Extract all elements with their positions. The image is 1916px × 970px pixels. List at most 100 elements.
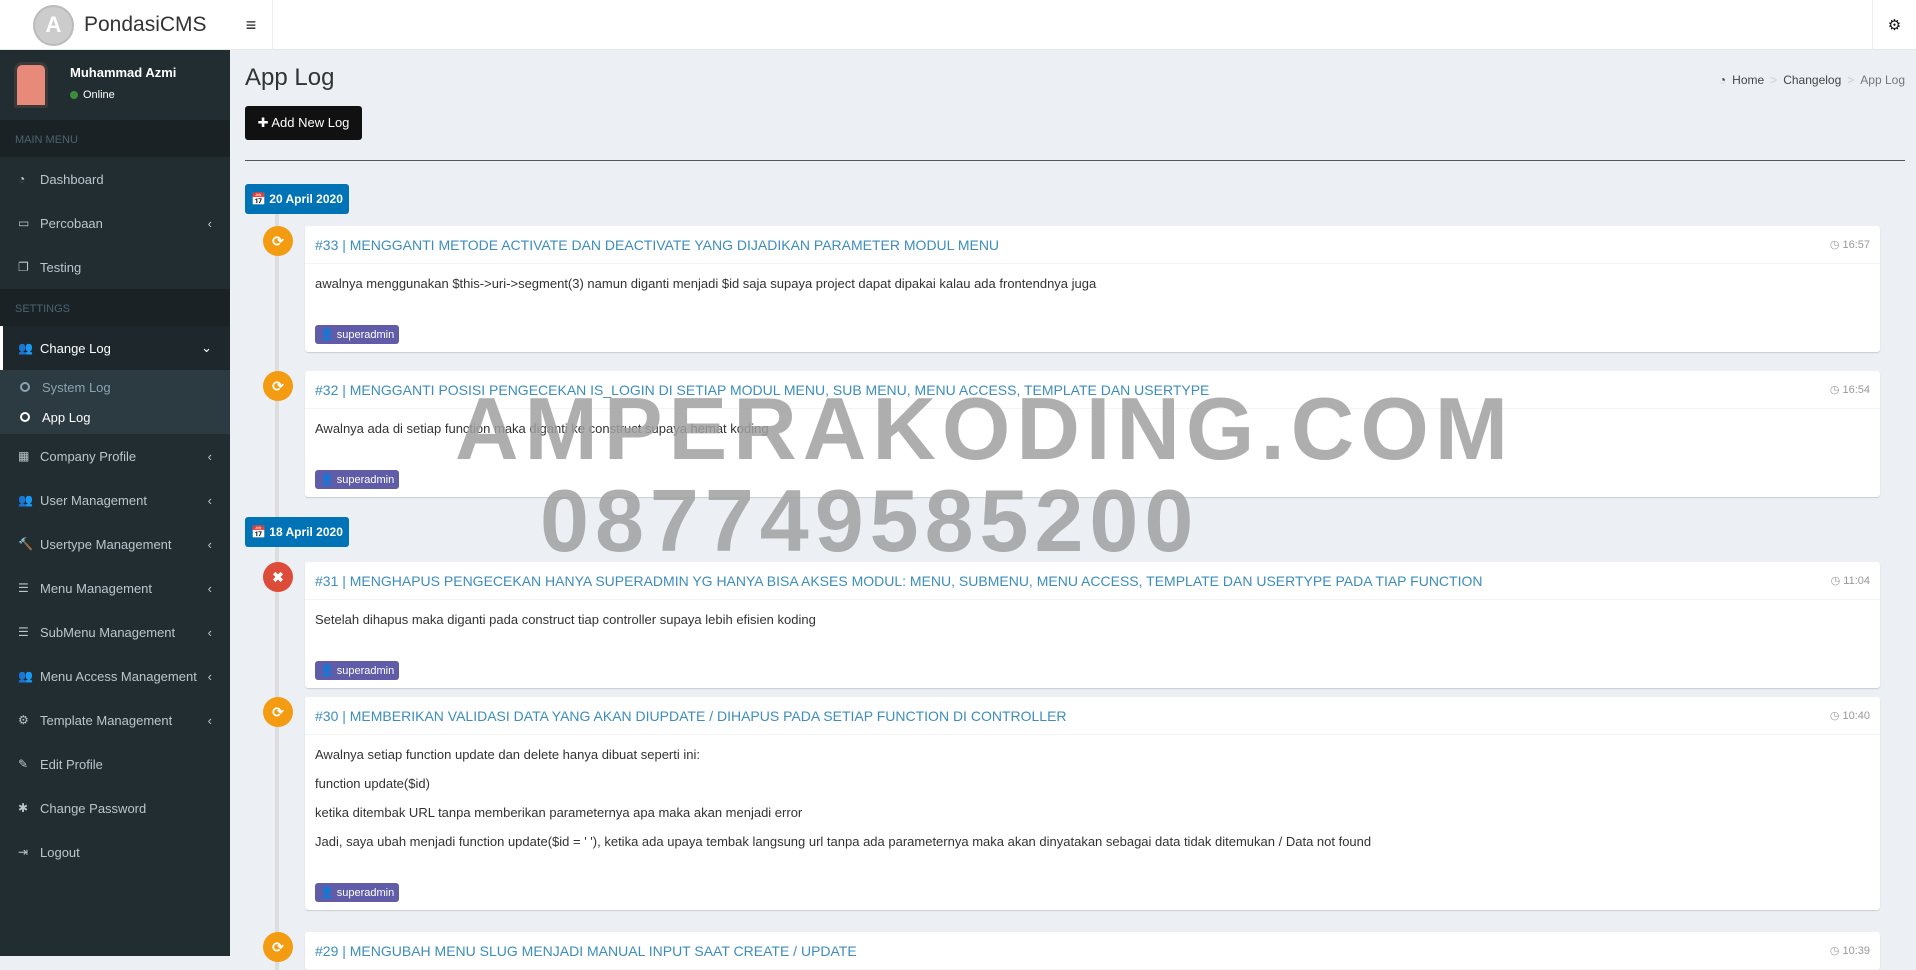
chevron-left-icon: ‹ <box>207 448 212 464</box>
sidebar-item-edit-profile[interactable]: ✎ Edit Profile <box>0 742 230 786</box>
log-title-link[interactable]: #31 | MENGHAPUS PENGECEKAN HANYA SUPERAD… <box>315 573 1831 589</box>
sidebar-item-template-management[interactable]: ⚙ Template Management ‹ <box>0 698 230 742</box>
sidebar-item-user-management[interactable]: 👥 User Management ‹ <box>0 478 230 522</box>
timeline-item: #32 | MENGGANTI POSISI PENGECEKAN IS_LOG… <box>305 371 1880 497</box>
dashboard-icon: ◔ <box>1718 73 1727 87</box>
times-icon: ✖ <box>263 562 293 592</box>
add-new-log-button[interactable]: ✚ Add New Log <box>245 106 362 140</box>
log-title-link[interactable]: #32 | MENGGANTI POSISI PENGECEKAN IS_LOG… <box>315 382 1830 398</box>
settings-header: SETTINGS <box>0 289 230 326</box>
sidebar-item-label: Change Log <box>40 340 111 356</box>
timeline-body: Setelah dihapus maka diganti pada constr… <box>305 600 1880 651</box>
timeline-body: Awalnya ada di setiap function maka diga… <box>305 409 1880 460</box>
log-time: ◷ 16:54 <box>1829 384 1870 396</box>
body-paragraph: ketika ditembak URL tanpa memberikan par… <box>315 805 803 820</box>
timeline-header: #31 | MENGHAPUS PENGECEKAN HANYA SUPERAD… <box>305 562 1880 600</box>
refresh-icon: ⟳ <box>263 932 293 962</box>
breadcrumb: ◔ Home > Changelog > App Log <box>1719 73 1905 87</box>
log-title-link[interactable]: #30 | MEMBERIKAN VALIDASI DATA YANG AKAN… <box>315 708 1830 724</box>
sidebar-item-change-log[interactable]: 👥 Change Log ⌄ <box>0 326 230 370</box>
author-badge: 👤 superadmin <box>315 325 400 344</box>
refresh-icon: ⟳ <box>263 697 293 727</box>
user-panel: Muhammad Azmi Online <box>0 50 230 120</box>
author-badge: 👤 superadmin <box>315 661 400 680</box>
sidebar-item-submenu-management[interactable]: ☰ SubMenu Management ‹ <box>0 610 230 654</box>
menu-management-icon: ☰ <box>18 581 29 595</box>
sidebar-item-system-log[interactable]: System Log <box>0 372 230 402</box>
usertype-management-icon: 🔨 <box>18 537 33 551</box>
chevron-left-icon: ‹ <box>207 492 212 508</box>
chevron-down-icon: ⌄ <box>201 340 212 355</box>
sidebar-item-app-log[interactable]: App Log <box>0 402 230 432</box>
refresh-icon: ⟳ <box>263 371 293 401</box>
log-time: ◷ 10:40 <box>1829 710 1870 722</box>
top-navbar: A PondasiCMS ≡ ⚙ <box>0 0 1916 50</box>
log-time: ◷ 10:39 <box>1829 945 1870 957</box>
body-paragraph: Awalnya setiap function update dan delet… <box>315 747 700 762</box>
percobaan-icon: ▭ <box>18 216 30 230</box>
body-paragraph: Setelah dihapus maka diganti pada constr… <box>315 612 816 627</box>
circle-icon <box>20 412 30 422</box>
body-paragraph: awalnya menggunakan $this->uri->segment(… <box>315 276 1097 291</box>
sidebar-item-label: Edit Profile <box>40 756 103 772</box>
sidebar-item-label: Percobaan <box>40 215 103 231</box>
refresh-icon: ⟳ <box>263 226 293 256</box>
sidebar-toggle-bars-icon[interactable]: ≡ <box>230 0 273 50</box>
body-paragraph: Jadi, saya ubah menjadi function update(… <box>315 834 1372 849</box>
sidebar-item-menu-access-management[interactable]: 👥 Menu Access Management ‹ <box>0 654 230 698</box>
sidebar-item-dashboard[interactable]: ◔ Dashboard <box>0 157 230 201</box>
author-badge: 👤 superadmin <box>315 470 400 489</box>
sidebar-item-menu-management[interactable]: ☰ Menu Management ‹ <box>0 566 230 610</box>
breadcrumb-changelog[interactable]: Changelog <box>1783 73 1841 87</box>
sidebar-item-percobaan[interactable]: ▭ Percobaan ‹ <box>0 201 230 245</box>
log-time: ◷ 11:04 <box>1830 575 1870 587</box>
user-management-icon: 👥 <box>18 493 33 507</box>
timeline-date-label: 📅 18 April 2020 <box>245 517 349 547</box>
logout-icon: ⇥ <box>18 845 29 859</box>
brand-logo[interactable]: A PondasiCMS <box>0 0 230 50</box>
user-name: Muhammad Azmi <box>70 65 177 80</box>
body-paragraph: Awalnya ada di setiap function maka diga… <box>315 421 769 436</box>
sidebar-item-company-profile[interactable]: ▦ Company Profile ‹ <box>0 434 230 478</box>
sidebar-item-testing[interactable]: ❐ Testing <box>0 245 230 289</box>
change-log-submenu: System Log App Log <box>0 370 230 434</box>
avatar <box>14 62 48 108</box>
log-title-link[interactable]: #33 | MENGGANTI METODE ACTIVATE DAN DEAC… <box>315 237 1830 253</box>
sidebar-item-change-password[interactable]: ✱ Change Password <box>0 786 230 830</box>
dashboard-icon: ◔ <box>18 172 26 186</box>
sidebar-item-label: Testing <box>40 259 82 275</box>
sidebar-item-usertype-management[interactable]: 🔨 Usertype Management ‹ <box>0 522 230 566</box>
company-profile-icon: ▦ <box>18 449 30 463</box>
sidebar-item-label: SubMenu Management <box>40 624 176 640</box>
chevron-left-icon: ‹ <box>207 624 212 640</box>
status-text: Online <box>83 89 115 101</box>
testing-icon: ❐ <box>18 260 29 274</box>
log-time: ◷ 16:57 <box>1829 239 1870 251</box>
timeline-item: #29 | MENGUBAH MENU SLUG MENJADI MANUAL … <box>305 932 1880 970</box>
breadcrumb-separator: > <box>1847 73 1855 87</box>
app-name: PondasiCMS <box>84 13 207 36</box>
timeline-header: #29 | MENGUBAH MENU SLUG MENJADI MANUAL … <box>305 932 1880 970</box>
sidebar-item-label: Menu Management <box>40 580 153 596</box>
sidebar-item-label: Company Profile <box>40 448 137 464</box>
sidebar: Muhammad Azmi Online MAIN MENU ◔ Dashboar… <box>0 50 230 956</box>
chevron-left-icon: ‹ <box>207 580 212 596</box>
logo-icon: A <box>33 4 74 46</box>
circle-icon <box>20 382 30 392</box>
change-password-icon: ✱ <box>18 801 29 815</box>
sidebar-item-label: System Log <box>42 379 111 395</box>
user-status: Online <box>70 89 115 101</box>
sidebar-item-logout[interactable]: ⇥ Logout <box>0 830 230 874</box>
timeline-body: awalnya menggunakan $this->uri->segment(… <box>305 264 1880 315</box>
log-title-link[interactable]: #29 | MENGUBAH MENU SLUG MENJADI MANUAL … <box>315 943 1830 959</box>
settings-gear-icon[interactable]: ⚙ <box>1872 0 1916 50</box>
chevron-left-icon: ‹ <box>207 668 212 684</box>
timeline-item: #31 | MENGHAPUS PENGECEKAN HANYA SUPERAD… <box>305 562 1880 688</box>
sidebar-item-label: Dashboard <box>40 171 104 187</box>
chevron-left-icon: ‹ <box>207 536 212 552</box>
breadcrumb-home[interactable]: Home <box>1732 73 1764 87</box>
submenu-management-icon: ☰ <box>18 625 29 639</box>
edit-profile-icon: ✎ <box>18 757 29 771</box>
body-paragraph: function update($id) <box>315 776 430 791</box>
menu-access-management-icon: 👥 <box>18 669 33 683</box>
